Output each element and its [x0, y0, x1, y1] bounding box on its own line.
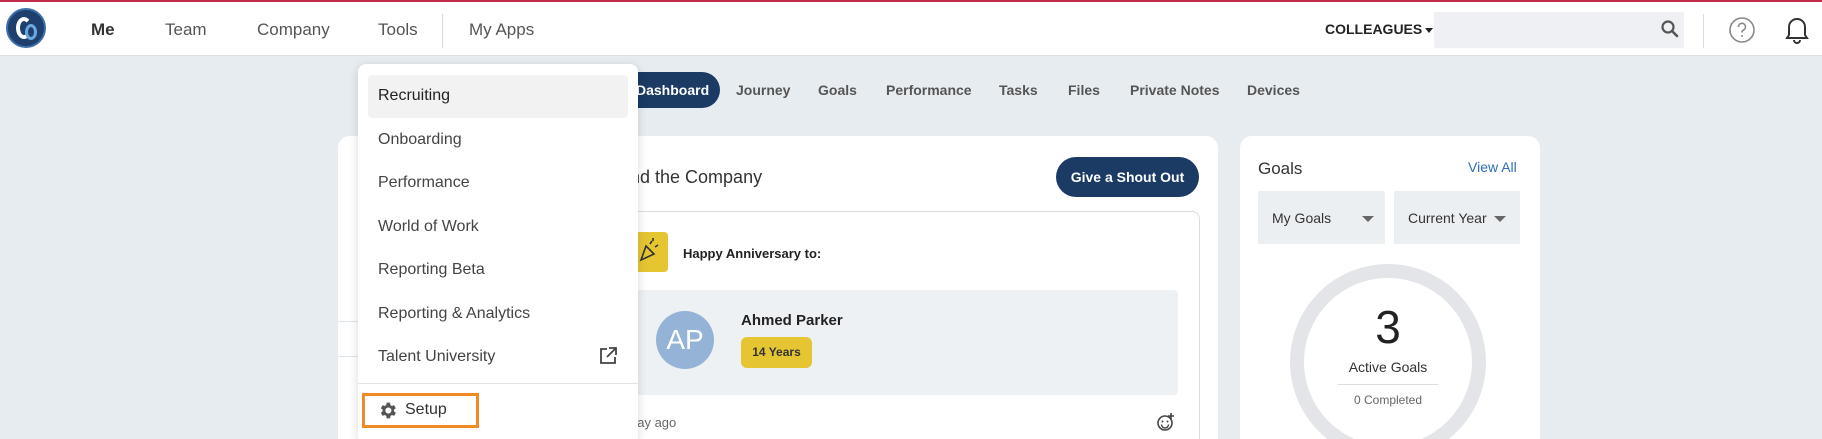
- give-shout-out-button[interactable]: Give a Shout Out: [1056, 157, 1199, 197]
- year-filter-value: Current Year: [1408, 210, 1487, 226]
- toolbar-divider: [1703, 14, 1704, 48]
- search-icon[interactable]: [1660, 19, 1680, 39]
- years-badge: 14 Years: [741, 337, 812, 368]
- tab-tasks[interactable]: Tasks: [999, 82, 1038, 98]
- tab-private-notes[interactable]: Private Notes: [1130, 82, 1219, 98]
- nav-company[interactable]: Company: [257, 20, 330, 40]
- nav-tools[interactable]: Tools: [378, 20, 418, 40]
- caret-down-icon: [1425, 27, 1434, 33]
- completed-goals-label: 0 Completed: [1353, 393, 1423, 407]
- view-all-link[interactable]: View All: [1468, 159, 1517, 175]
- card-title: nd the Company: [630, 167, 763, 187]
- menu-item-talent-university[interactable]: Talent University: [378, 348, 495, 366]
- colleagues-dropdown[interactable]: COLLEAGUES: [1325, 21, 1434, 37]
- goals-filter-select[interactable]: My Goals: [1258, 191, 1385, 244]
- add-reaction-icon[interactable]: [1156, 412, 1176, 432]
- gear-icon: [380, 402, 396, 419]
- bell-icon[interactable]: [1783, 14, 1811, 44]
- external-link-icon: [600, 347, 617, 364]
- caret-down-icon: [1362, 216, 1374, 222]
- nav-me[interactable]: Me: [91, 20, 115, 40]
- search-input[interactable]: [1434, 12, 1684, 48]
- menu-item-world-of-work[interactable]: World of Work: [378, 218, 479, 236]
- caret-down-icon: [1494, 216, 1506, 222]
- tab-performance[interactable]: Performance: [886, 82, 972, 98]
- tab-files[interactable]: Files: [1068, 82, 1100, 98]
- menu-divider: [358, 383, 638, 384]
- person-name[interactable]: Ahmed Parker: [741, 312, 843, 329]
- goals-title: Goals: [1258, 159, 1303, 178]
- active-goals-label: Active Goals: [1348, 359, 1428, 375]
- active-goals-count: 3: [1375, 301, 1401, 353]
- menu-item-reporting-beta[interactable]: Reporting Beta: [378, 261, 485, 279]
- divider: [1338, 384, 1438, 385]
- nav-divider: [442, 14, 443, 48]
- tab-goals[interactable]: Goals: [818, 82, 857, 98]
- company-logo[interactable]: [6, 8, 46, 48]
- colleagues-label: COLLEAGUES: [1325, 21, 1423, 37]
- anniversary-label: Happy Anniversary to:: [683, 246, 822, 261]
- setup-label: Setup: [405, 401, 447, 418]
- menu-item-onboarding[interactable]: Onboarding: [378, 131, 462, 149]
- top-navbar: Me Team Company Tools My Apps COLLEAGUES: [0, 0, 1822, 56]
- menu-item-recruiting[interactable]: Recruiting: [378, 87, 450, 105]
- goals-filter-value: My Goals: [1272, 210, 1332, 226]
- menu-item-reporting-analytics[interactable]: Reporting & Analytics: [378, 305, 530, 323]
- tab-journey[interactable]: Journey: [736, 82, 790, 98]
- nav-team[interactable]: Team: [165, 20, 207, 40]
- nav-my-apps[interactable]: My Apps: [469, 20, 534, 40]
- year-filter-select[interactable]: Current Year: [1394, 191, 1520, 244]
- tab-devices[interactable]: Devices: [1247, 82, 1300, 98]
- menu-item-performance[interactable]: Performance: [378, 174, 470, 192]
- avatar[interactable]: AP: [656, 311, 714, 369]
- help-icon[interactable]: [1728, 16, 1756, 44]
- tab-dashboard-label: Dashboard: [636, 82, 710, 98]
